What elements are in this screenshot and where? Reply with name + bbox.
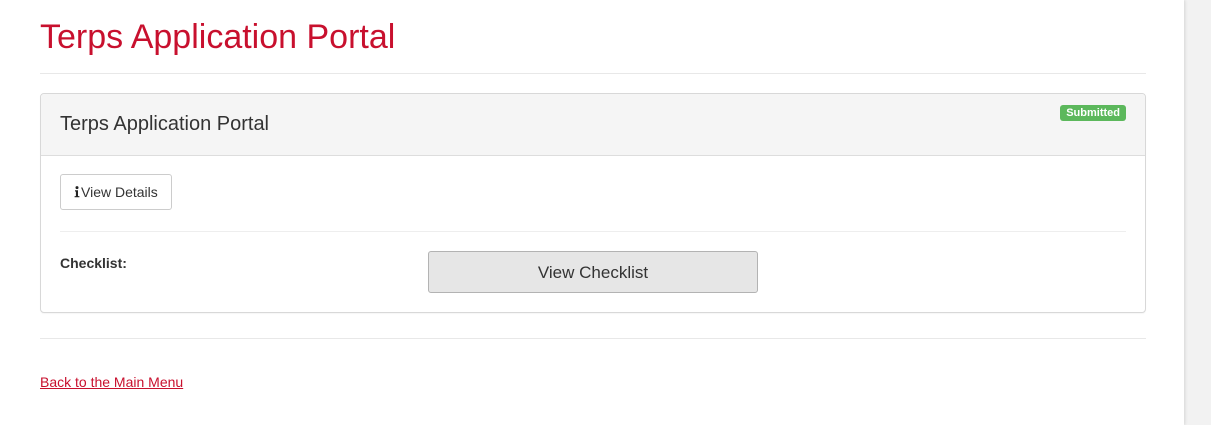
- view-details-button[interactable]: View Details: [60, 174, 172, 210]
- view-checklist-button[interactable]: View Checklist: [428, 251, 758, 293]
- info-icon: [74, 176, 80, 198]
- view-details-label: View Details: [81, 184, 158, 200]
- panel-title: Terps Application Portal: [60, 113, 270, 135]
- status-badge: Submitted: [1060, 105, 1126, 121]
- title-divider: [40, 73, 1146, 74]
- checklist-label: Checklist:: [60, 255, 127, 271]
- portal-page: Terps Application Portal Terps Applicati…: [0, 0, 1184, 425]
- page-title: Terps Application Portal: [40, 18, 396, 56]
- application-panel: Terps Application Portal Submitted View …: [40, 93, 1146, 313]
- back-to-main-menu-link[interactable]: Back to the Main Menu: [40, 373, 183, 391]
- panel-divider: [60, 231, 1126, 232]
- footer-divider: [40, 338, 1146, 339]
- panel-header: Terps Application Portal Submitted: [41, 94, 1145, 156]
